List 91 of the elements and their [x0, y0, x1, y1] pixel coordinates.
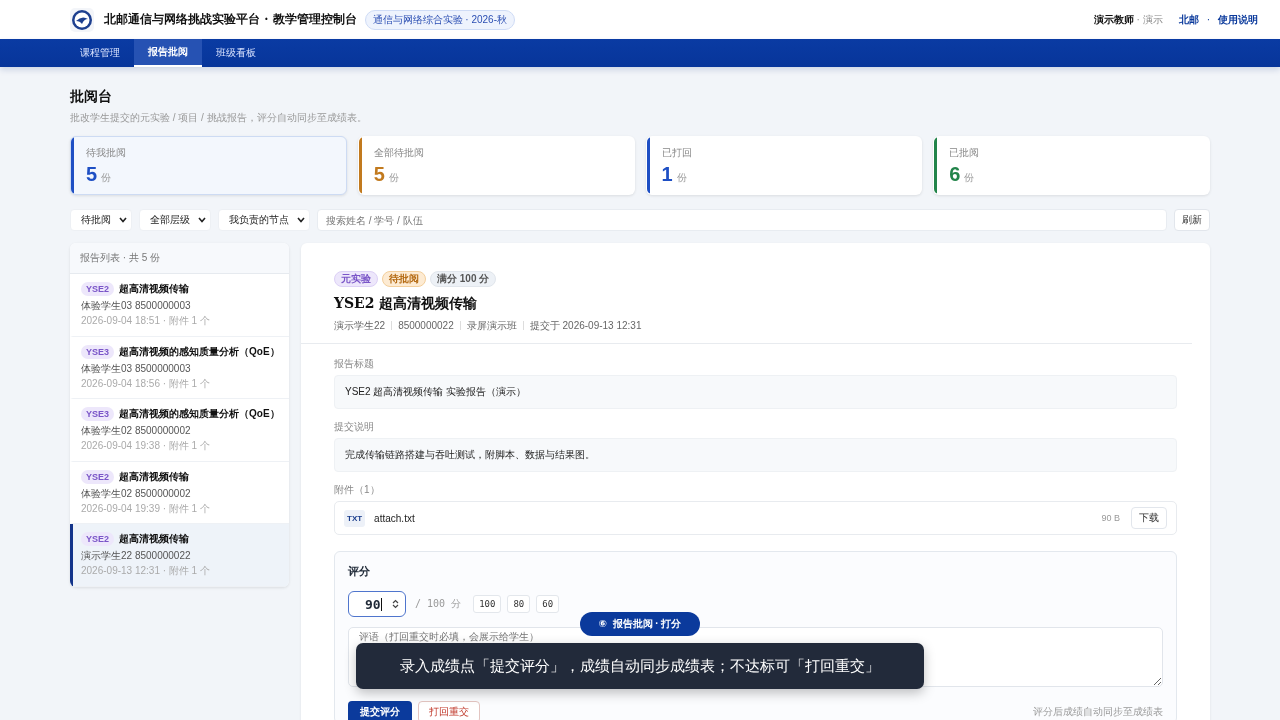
score-input[interactable]: 90 [348, 591, 406, 617]
preset-score-button[interactable]: 100 [473, 595, 502, 613]
submit-meta: 2026-09-04 19:38 · 附件 1 个 [81, 440, 211, 452]
stat-value: 6 [949, 163, 961, 186]
report-list-item[interactable]: YSE2 超高清视频传输 体验学生03 8500000003 2026-09-04 18:51 · 附件 1 个 [70, 274, 289, 337]
student-info: 体验学生02 8500000002 [81, 487, 192, 500]
stat-value: 1 [661, 163, 673, 186]
file-name: attach.txt [374, 512, 415, 524]
score-max: / 100 分 [415, 597, 462, 611]
level-tag: YSE3 [81, 344, 114, 359]
report-title: 超高清视频传输 [119, 532, 189, 546]
chevron-icon [297, 217, 305, 223]
submit-meta: 2026-09-04 18:56 · 附件 1 个 [81, 377, 211, 390]
report-title-field: YSE2 超高清视频传输 实验报告（演示） [334, 375, 1177, 409]
stat-card[interactable]: 待我批阅 5 份 [70, 136, 347, 195]
grading-heading: 评分 [348, 565, 371, 579]
filter-select[interactable]: 我负责的节点 [218, 209, 310, 231]
stat-unit: 份 [964, 171, 975, 185]
logo-icon [70, 7, 94, 32]
file-type-icon: TXT [344, 509, 366, 527]
stat-label: 已批阅 [949, 146, 980, 160]
report-heading: YSE2 超高清视频传输 [334, 294, 479, 312]
filter-select[interactable]: 全部层级 [139, 209, 211, 231]
nav-tab[interactable]: 班级看板 [202, 39, 270, 67]
report-list-item[interactable]: YSE3 超高清视频的感知质量分析（QoE） 体验学生03 8500000003 2026-09-04 18:56 · 附件 1 个 [70, 336, 289, 399]
level-tag: YSE2 [81, 282, 114, 296]
report-title: 超高清视频的感知质量分析（QoE） [119, 407, 280, 421]
stat-unit: 份 [101, 171, 112, 185]
search-field[interactable]: 搜索姓名 / 学号 / 队伍 [317, 209, 1167, 231]
report-title: 超高清视频的感知质量分析（QoE） [119, 344, 280, 359]
stat-card[interactable]: 已批阅 6 份 [933, 136, 1210, 195]
student-info: 演示学生22 8500000022 [81, 550, 192, 562]
stat-card[interactable]: 已打回 1 份 [645, 136, 923, 195]
stat-label: 全部待批阅 [373, 146, 424, 160]
student-info: 体验学生03 8500000003 [81, 300, 192, 312]
meta-text: 提交于 2026-09-13 12:31 [529, 319, 642, 332]
preset-score-button[interactable]: 60 [536, 595, 560, 613]
stat-card[interactable]: 全部待批阅 5 份 [357, 136, 635, 195]
separator-dot: · [1206, 14, 1210, 25]
user-role: · 演示 [1136, 12, 1163, 27]
chevron-icon [198, 217, 206, 223]
submit-meta: 2026-09-13 12:31 · 附件 1 个 [81, 565, 211, 577]
stat-unit: 份 [676, 171, 687, 185]
report-title: 超高清视频传输 [119, 469, 189, 484]
list-heading: 报告列表 · 共 5 份 [70, 243, 289, 274]
meta-text: 演示学生22 [334, 319, 386, 332]
submission-note: 完成传输链路搭建与吞吐测试，附脚本、数据与结果图。 [334, 438, 1177, 472]
field-label: 提交说明 [334, 421, 375, 433]
status-tag: 满分 100 分 [430, 271, 497, 287]
nav-tab[interactable]: 报告批阅 [134, 39, 202, 67]
field-label: 附件（1） [334, 484, 381, 496]
field-label: 报告标题 [334, 358, 375, 370]
student-info: 体验学生03 8500000003 [81, 362, 192, 375]
meta-text: 8500000022 [398, 319, 454, 332]
step-tooltip: ⑥ 报告批阅 · 打分 [580, 612, 700, 636]
meta-text: 录屏演示班 [466, 319, 517, 332]
status-tag: 待批阅 [382, 271, 426, 287]
level-tag: YSE3 [81, 407, 114, 421]
level-tag: YSE2 [81, 469, 114, 484]
stat-value: 5 [373, 163, 385, 186]
sync-hint: 评分后成绩自动同步至成绩表 [1033, 705, 1163, 719]
user-name: 演示教师 [1093, 12, 1134, 27]
report-list-item[interactable]: YSE3 超高清视频的感知质量分析（QoE） 体验学生02 8500000002 2026-09-04 19:38 · 附件 1 个 [70, 399, 289, 462]
page-subtitle: 批改学生提交的元实验 / 项目 / 挑战报告，评分自动同步至成绩表。 [70, 111, 368, 124]
stat-value: 5 [86, 163, 98, 186]
student-info: 体验学生02 8500000002 [81, 425, 192, 437]
status-tag: 元实验 [334, 271, 378, 287]
submit-meta: 2026-09-04 18:51 · 附件 1 个 [81, 315, 211, 327]
report-list-item[interactable]: YSE2 超高清视频传输 演示学生22 8500000022 2026-09-13 12:31 · 附件 1 个 [70, 524, 289, 587]
stat-label: 已打回 [661, 146, 692, 160]
preset-score-button[interactable]: 80 [507, 595, 531, 613]
filter-select[interactable]: 待批阅 [70, 209, 132, 231]
stat-label: 待我批阅 [86, 146, 126, 160]
stat-unit: 份 [388, 171, 399, 185]
caption-toast: 录入成绩点「提交评分」，成绩自动同步成绩表；不达标可「打回重交」 [356, 643, 924, 689]
nav-tab[interactable]: 课程管理 [66, 39, 134, 67]
app-title: 北邮通信与网络挑战实验平台 · 教学管理控制台 [104, 11, 357, 28]
submit-grade-button[interactable]: 提交评分 [348, 701, 412, 720]
submit-meta: 2026-09-04 19:39 · 附件 1 个 [81, 502, 211, 515]
report-title: 超高清视频传输 [119, 282, 189, 296]
chevron-icon [119, 217, 127, 223]
page-title: 批阅台 [70, 87, 113, 105]
reject-button[interactable]: 打回重交 [418, 701, 480, 720]
help-link[interactable]: 使用说明 [1218, 12, 1258, 27]
course-badge[interactable]: 通信与网络综合实验 · 2026-秋 [364, 9, 515, 30]
refresh-button[interactable]: 刷新 [1174, 209, 1210, 231]
download-button[interactable]: 下载 [1131, 507, 1167, 529]
level-tag: YSE2 [81, 532, 114, 546]
file-size: 90 B [1101, 513, 1120, 523]
org-link[interactable]: 北邮 [1178, 12, 1199, 27]
spinner-icon [392, 599, 399, 609]
